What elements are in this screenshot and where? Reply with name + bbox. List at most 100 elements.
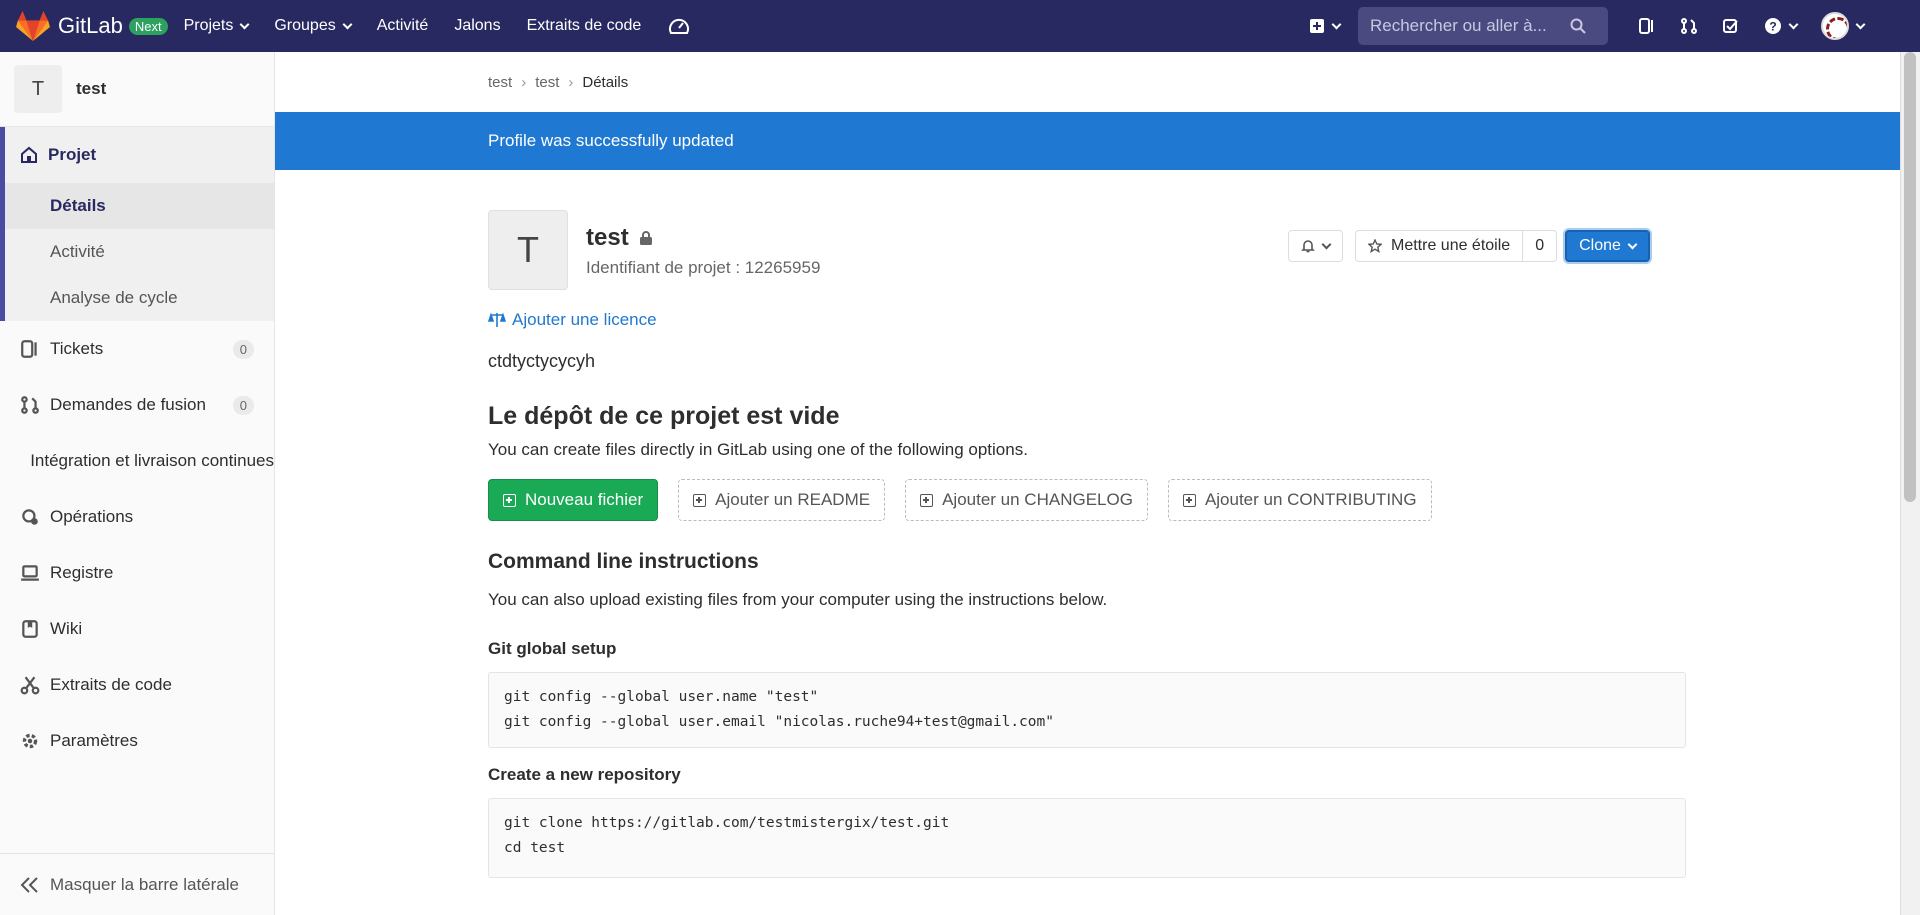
plus-square-icon (1310, 19, 1324, 33)
merge-requests-count-badge: 0 (232, 395, 254, 415)
sidebar-item-merge-requests[interactable]: Demandes de fusion 0 (0, 377, 274, 433)
book-icon (22, 620, 38, 638)
star-count[interactable]: 0 (1522, 231, 1556, 261)
chevron-down-icon (1788, 19, 1799, 29)
home-icon (21, 146, 37, 163)
breadcrumb: test › test › Détails (488, 74, 628, 91)
todos-shortcut[interactable] (1722, 17, 1740, 35)
sidebar-item-label: Wiki (50, 619, 83, 638)
sidebar-item-registry[interactable]: Registre (0, 545, 274, 601)
empty-repo-title: Le dépôt de ce projet est vide (488, 402, 840, 430)
global-setup-code[interactable]: git config --global user.name "test" git… (488, 672, 1686, 748)
nav-milestones-label: Jalons (454, 17, 501, 34)
add-contributing-button[interactable]: Ajouter un CONTRIBUTING (1167, 479, 1432, 521)
scissors-icon (20, 676, 40, 695)
sidebar-project-name: test (76, 79, 107, 98)
sidebar-item-ci-cd[interactable]: Intégration et livraison continues (0, 433, 274, 489)
sidebar-item-operations[interactable]: Opérations (0, 489, 274, 545)
plus-square-icon (920, 493, 934, 507)
project-id: Identifiant de projet : 12265959 (586, 258, 821, 277)
sidebar-item-project[interactable]: Projet (5, 127, 274, 183)
new-dropdown-button[interactable] (1309, 18, 1342, 34)
brand-name: GitLab (58, 13, 123, 38)
star-label-wrap[interactable]: Mettre une étoile (1356, 231, 1522, 261)
issues-count-badge: 0 (232, 339, 254, 359)
new-repo-title: Create a new repository (488, 765, 681, 784)
notification-dropdown[interactable] (1288, 230, 1343, 262)
top-nav: Projets Groupes Activité Jalons Extraits… (184, 15, 718, 37)
sidebar-item-label: Registre (50, 563, 114, 582)
project-avatar-large: T (488, 210, 568, 290)
add-readme-button[interactable]: Ajouter un README (678, 479, 886, 521)
sidebar-item-label: Intégration et livraison continues (30, 451, 274, 470)
project-avatar: T (14, 65, 62, 113)
sidebar-item-wiki[interactable]: Wiki (0, 601, 274, 657)
user-menu[interactable] (1821, 12, 1866, 40)
double-chevron-left-icon (20, 876, 38, 893)
search-box[interactable] (1358, 7, 1608, 45)
sidebar-item-project-label: Projet (48, 145, 97, 164)
plus-square-icon (693, 493, 707, 507)
performance-bar-button[interactable] (667, 15, 691, 37)
nav-snippets-label: Extraits de code (526, 17, 642, 34)
chevron-down-icon (342, 19, 353, 29)
nav-projects[interactable]: Projets (183, 17, 250, 35)
sidebar-item-issues[interactable]: Tickets 0 (0, 321, 274, 377)
nav-milestones[interactable]: Jalons (454, 17, 500, 35)
merge-request-icon (1681, 18, 1697, 34)
sidebar-item-cycle-analytics[interactable]: Analyse de cycle (5, 275, 274, 321)
breadcrumb-project[interactable]: test (535, 74, 559, 91)
breadcrumb-current[interactable]: Détails (582, 74, 628, 91)
gitlab-logo[interactable]: GitLab Next (16, 10, 168, 42)
clone-dropdown-button[interactable]: Clone (1565, 230, 1650, 262)
code-line: git config --global user.email "nicolas.… (504, 714, 1054, 730)
star-button[interactable]: Mettre une étoile 0 (1355, 230, 1558, 262)
next-badge[interactable]: Next (128, 17, 168, 35)
issues-icon (21, 340, 37, 358)
add-readme-label: Ajouter un README (715, 490, 871, 509)
new-file-button[interactable]: Nouveau fichier (488, 479, 659, 521)
page-scrollbar[interactable] (1900, 52, 1920, 915)
new-repo-code[interactable]: git clone https://gitlab.com/testmisterg… (488, 798, 1686, 878)
add-changelog-button[interactable]: Ajouter un CHANGELOG (905, 479, 1148, 521)
todo-check-icon (1723, 19, 1738, 33)
scrollbar-thumb[interactable] (1904, 52, 1916, 502)
sidebar-item-activity[interactable]: Activité (5, 229, 274, 275)
star-icon (1368, 239, 1382, 253)
create-file-options: Nouveau fichier Ajouter un README Ajoute… (488, 479, 1452, 521)
issues-shortcut[interactable] (1638, 17, 1656, 35)
nav-projects-label: Projets (183, 17, 234, 34)
global-setup-title: Git global setup (488, 639, 617, 658)
sidebar-item-details[interactable]: Détails (5, 183, 274, 229)
collapse-sidebar-button[interactable]: Masquer la barre latérale (0, 853, 275, 915)
issues-icon (1639, 18, 1653, 34)
project-actions: Mettre une étoile 0 Clone (1288, 230, 1650, 262)
code-line: git clone https://gitlab.com/testmisterg… (504, 815, 950, 831)
breadcrumb-namespace[interactable]: test (488, 74, 512, 91)
gear-icon (22, 733, 38, 749)
flash-notice[interactable]: Profile was successfully updated (275, 112, 1900, 170)
empty-repo-subtitle: You can create files directly in GitLab … (488, 440, 1028, 459)
sidebar-section-project: Projet Détails Activité Analyse de cycle (0, 127, 274, 321)
nav-snippets[interactable]: Extraits de code (527, 17, 642, 35)
search-input[interactable] (1370, 16, 1570, 36)
clone-label: Clone (1579, 237, 1621, 254)
plus-square-icon (503, 493, 516, 507)
sidebar-item-snippets[interactable]: Extraits de code (0, 657, 274, 713)
add-licence-link[interactable]: Ajouter une licence (488, 310, 657, 330)
plus-square-icon (1182, 493, 1196, 507)
cloud-gear-icon (22, 509, 38, 525)
merge-requests-shortcut[interactable] (1680, 17, 1698, 35)
cli-title: Command line instructions (488, 550, 759, 573)
sidebar-item-label: Paramètres (50, 731, 138, 750)
sidebar-project-header[interactable]: T test (0, 52, 274, 127)
chevron-right-icon: › (521, 74, 527, 91)
topbar-right: ? (1297, 0, 1920, 52)
project-description: ctdtyctycycyh (488, 351, 596, 371)
registry-icon (21, 565, 39, 581)
help-dropdown[interactable]: ? (1764, 17, 1799, 35)
nav-activity[interactable]: Activité (377, 17, 429, 35)
project-title: test (586, 224, 653, 252)
sidebar-item-settings[interactable]: Paramètres (0, 713, 274, 769)
nav-groups[interactable]: Groupes (274, 17, 353, 35)
